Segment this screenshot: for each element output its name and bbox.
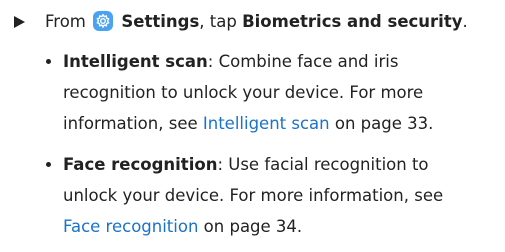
bullet-dot-icon	[46, 162, 51, 167]
description-line: unlock your device. For more information…	[63, 186, 444, 205]
list-item-face-recognition: Face recognition: Use facial recognition…	[46, 149, 496, 242]
face-recognition-link[interactable]: Face recognition	[63, 217, 198, 236]
option-list: Intelligent scan: Combine face and iris …	[46, 46, 496, 252]
list-item-intelligent-scan: Intelligent scan: Combine face and iris …	[46, 46, 496, 139]
intelligent-scan-link[interactable]: Intelligent scan	[203, 114, 330, 133]
biometrics-security-label: Biometrics and security	[242, 12, 463, 31]
description-line: : Combine face and iris	[207, 52, 399, 71]
bullet-dot-icon	[46, 59, 51, 64]
page-reference: on page 33.	[334, 114, 434, 133]
term-intelligent-scan: Intelligent scan	[63, 52, 208, 71]
description-line: information, see	[63, 114, 198, 133]
step-suffix: .	[462, 12, 468, 31]
description-line: recognition to unlock your device. For m…	[63, 83, 424, 102]
term-face-recognition: Face recognition	[63, 155, 218, 174]
settings-gear-icon	[93, 11, 114, 31]
step-prefix: From	[45, 12, 86, 31]
description-line: : Use facial recognition to	[217, 155, 429, 174]
step-middle: , tap	[199, 12, 237, 31]
settings-label: Settings	[121, 12, 200, 31]
instruction-step: From Settings, tap Biometrics and securi…	[14, 6, 502, 37]
step-arrow-icon	[14, 16, 25, 28]
page-reference: on page 34.	[203, 217, 303, 236]
